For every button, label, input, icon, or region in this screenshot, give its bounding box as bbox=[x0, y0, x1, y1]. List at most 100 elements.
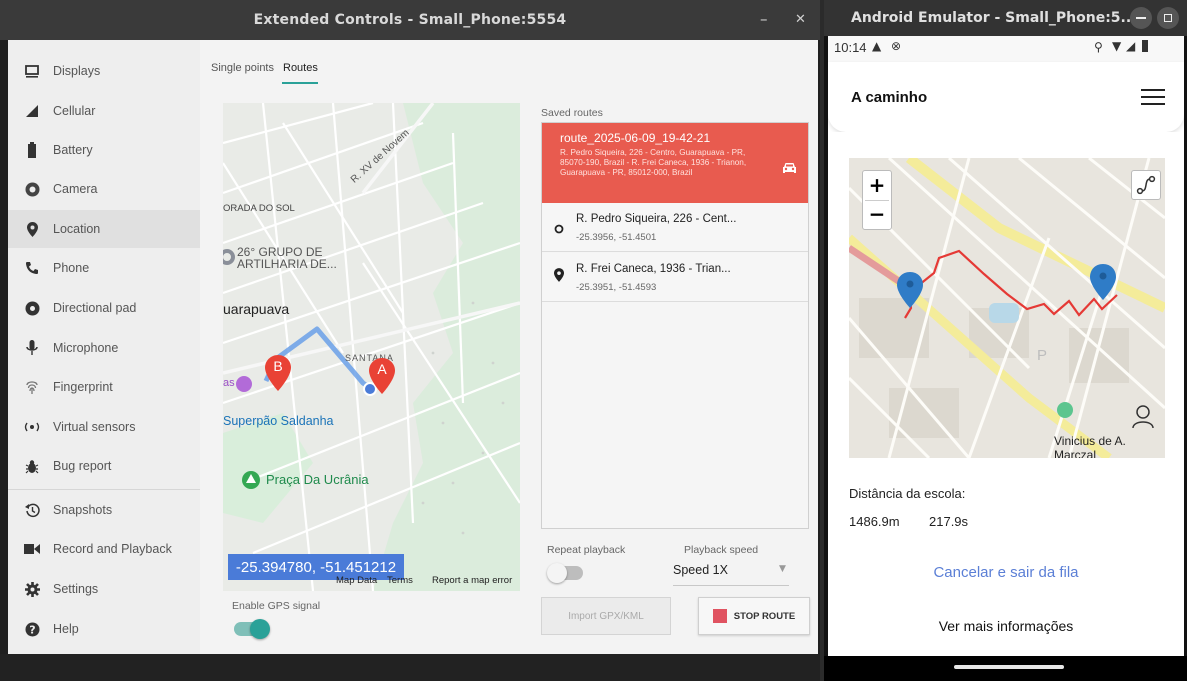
sidebar-item-label: Snapshots bbox=[53, 503, 113, 517]
sidebar-item-location[interactable]: Location bbox=[8, 210, 200, 248]
emulator-minimize-button[interactable] bbox=[1130, 7, 1152, 29]
route-map[interactable]: R. XV de Novem ORADA DO SOL 26° GRUPO DE… bbox=[223, 103, 520, 591]
battery-status-icon bbox=[1142, 40, 1148, 52]
tab-single-points[interactable]: Single points bbox=[211, 62, 274, 74]
marker-a[interactable]: A bbox=[369, 358, 395, 394]
sidebar-item-battery[interactable]: Battery bbox=[8, 131, 200, 169]
map-poi-label: 26° GRUPO DE ARTILHARIA DE... bbox=[237, 245, 337, 271]
battery-icon bbox=[24, 142, 40, 158]
stop-route-button[interactable]: STOP ROUTE bbox=[698, 597, 810, 635]
sidebar-item-label: Virtual sensors bbox=[53, 420, 136, 434]
map-poi-label: Praça Da Ucrânia bbox=[266, 472, 369, 487]
chevron-down-icon: ▼ bbox=[779, 564, 786, 574]
map-poi-edge-label: as bbox=[223, 377, 235, 389]
waypoint-name: R. Frei Caneca, 1936 - Trian... bbox=[576, 263, 731, 275]
start-point-icon bbox=[554, 219, 564, 238]
map-data-link[interactable]: Map Data bbox=[336, 575, 377, 586]
waypoint-item[interactable]: R. Pedro Siqueira, 226 - Cent... -25.395… bbox=[542, 203, 808, 252]
sensors-icon bbox=[24, 419, 40, 435]
signal-icon: ◢ bbox=[1126, 39, 1136, 53]
home-gesture-handle[interactable] bbox=[954, 665, 1064, 669]
sidebar-divider bbox=[8, 489, 200, 490]
marker-b[interactable]: B bbox=[265, 355, 291, 391]
end-point-icon bbox=[554, 267, 564, 286]
page-title: A caminho bbox=[851, 89, 928, 106]
zoom-out-button[interactable]: − bbox=[863, 201, 891, 230]
cancel-queue-link[interactable]: Cancelar e sair da fila bbox=[828, 564, 1184, 581]
sidebar-item-label: Displays bbox=[53, 64, 101, 78]
sidebar-item-directional-pad[interactable]: Directional pad bbox=[8, 289, 200, 327]
emulator-titlebar: Android Emulator - Small_Phone:5... bbox=[824, 0, 1187, 36]
gps-toggle[interactable] bbox=[234, 619, 270, 639]
waypoint-item[interactable]: R. Frei Caneca, 1936 - Trian... -25.3951… bbox=[542, 253, 808, 302]
tab-active-indicator bbox=[282, 82, 318, 84]
map-attribution: Map Data Terms Report a map error bbox=[222, 572, 520, 588]
svg-text:P: P bbox=[1037, 347, 1047, 364]
report-map-error-link[interactable]: Report a map error bbox=[432, 575, 512, 586]
map-poi-label: Superpão Saldanha bbox=[223, 414, 334, 428]
sidebar-item-fingerprint[interactable]: Fingerprint bbox=[8, 368, 200, 406]
minimize-button[interactable]: – bbox=[760, 10, 768, 28]
zoom-in-button[interactable]: + bbox=[863, 171, 891, 200]
driver-name-label: Vinicius de A. Marczal bbox=[1054, 434, 1126, 458]
window-bottom-bar bbox=[0, 654, 820, 681]
import-gpx-button[interactable]: Import GPX/KML bbox=[541, 597, 671, 635]
selected-route-item[interactable]: route_2025-06-09_19-42-21 R. Pedro Sique… bbox=[542, 123, 808, 203]
sidebar-item-virtual-sensors[interactable]: Virtual sensors bbox=[8, 408, 200, 446]
sidebar-item-label: Settings bbox=[53, 582, 99, 596]
route-toggle-button[interactable] bbox=[1131, 170, 1161, 200]
phone-screen: 10:14 ▲ ⊗ ⚲ ▼ ◢ A caminho P + − Vinicius… bbox=[828, 36, 1184, 656]
sidebar-item-label: Battery bbox=[53, 143, 93, 157]
close-button[interactable]: ✕ bbox=[795, 12, 806, 27]
saved-routes-label: Saved routes bbox=[541, 107, 603, 119]
help-icon: ? bbox=[24, 621, 40, 637]
gear-icon bbox=[24, 581, 40, 597]
emulator-maximize-button[interactable] bbox=[1157, 7, 1179, 29]
sidebar-item-phone[interactable]: Phone bbox=[8, 249, 200, 287]
saved-routes-list: route_2025-06-09_19-42-21 R. Pedro Sique… bbox=[541, 122, 809, 529]
wifi-icon: ▼ bbox=[1112, 39, 1122, 53]
sidebar-item-settings[interactable]: Settings bbox=[8, 570, 200, 608]
sidebar-item-bug-report[interactable]: Bug report bbox=[8, 447, 200, 485]
terms-link[interactable]: Terms bbox=[387, 575, 413, 586]
map-area-label: ORADA DO SOL bbox=[223, 203, 295, 214]
extended-controls-body: Displays Cellular Battery Camera Locatio… bbox=[8, 40, 818, 654]
microphone-icon bbox=[24, 340, 40, 356]
fingerprint-icon bbox=[24, 379, 40, 395]
svg-text:?: ? bbox=[29, 623, 35, 636]
route-description: R. Pedro Siqueira, 226 - Centro, Guarapu… bbox=[560, 148, 747, 177]
gps-label: Enable GPS signal bbox=[232, 600, 321, 612]
sidebar-item-label: Location bbox=[53, 222, 101, 236]
video-icon bbox=[24, 541, 40, 557]
sidebar: Displays Cellular Battery Camera Locatio… bbox=[8, 40, 200, 654]
sidebar-item-camera[interactable]: Camera bbox=[8, 170, 200, 208]
car-icon bbox=[782, 159, 797, 178]
time-value: 217.9s bbox=[929, 514, 969, 529]
repeat-playback-toggle[interactable] bbox=[547, 563, 583, 583]
display-icon bbox=[24, 63, 40, 79]
more-info-link[interactable]: Ver mais informações bbox=[828, 618, 1184, 634]
playback-speed-label: Playback speed bbox=[684, 544, 759, 556]
sidebar-item-record-playback[interactable]: Record and Playback bbox=[8, 530, 200, 568]
emulator-title: Android Emulator - Small_Phone:5... bbox=[851, 10, 1137, 26]
waypoint-latlng: -25.3956, -51.4501 bbox=[576, 232, 657, 243]
phone-route-map[interactable]: P + − Vinicius de A. Marczal bbox=[849, 158, 1165, 458]
sidebar-item-label: Microphone bbox=[53, 341, 119, 355]
menu-icon[interactable] bbox=[1141, 89, 1165, 107]
sidebar-item-cellular[interactable]: Cellular bbox=[8, 92, 200, 130]
app-bar: A caminho bbox=[828, 62, 1184, 132]
tab-routes[interactable]: Routes bbox=[283, 62, 318, 74]
app-content: P + − Vinicius de A. Marczal Distância d… bbox=[828, 132, 1184, 656]
sidebar-item-snapshots[interactable]: Snapshots bbox=[8, 491, 200, 529]
sidebar-item-label: Phone bbox=[53, 261, 90, 275]
window-title: Extended Controls - Small_Phone:5554 bbox=[253, 12, 567, 28]
status-time: 10:14 bbox=[834, 40, 867, 55]
window-titlebar: Extended Controls - Small_Phone:5554 – ✕ bbox=[0, 0, 820, 40]
phone-icon bbox=[24, 260, 40, 276]
sidebar-item-help[interactable]: ? Help bbox=[8, 610, 200, 648]
dpad-icon bbox=[24, 300, 40, 316]
playback-speed-select[interactable]: Speed 1X ▼ bbox=[673, 557, 793, 587]
map-city-label: uarapuava bbox=[223, 301, 290, 317]
sidebar-item-displays[interactable]: Displays bbox=[8, 52, 200, 90]
sidebar-item-microphone[interactable]: Microphone bbox=[8, 329, 200, 367]
